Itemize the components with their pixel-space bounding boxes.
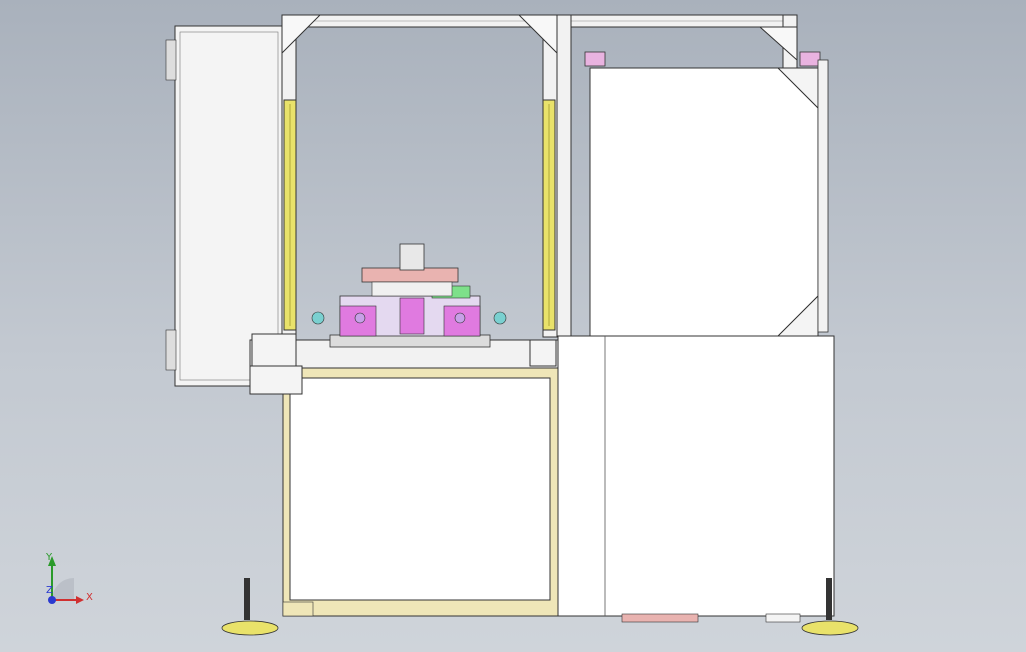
cad-viewport[interactable]: Y X Z (0, 0, 1026, 652)
center-lower-cabinet (249, 333, 559, 617)
axis-label-y: Y (46, 552, 53, 563)
left-lift-cylinder (283, 99, 297, 331)
rotary-fixture (311, 243, 507, 348)
axis-label-x: X (86, 592, 93, 603)
right-lower-cabinet (557, 335, 835, 623)
right-upper-enclosure (584, 51, 829, 337)
xyz-axis-icon[interactable] (48, 556, 84, 604)
right-lift-cylinder (542, 99, 556, 331)
left-cabinet-door (165, 25, 284, 387)
axis-label-z: Z (46, 585, 53, 596)
machine-drawing[interactable] (0, 0, 1026, 652)
